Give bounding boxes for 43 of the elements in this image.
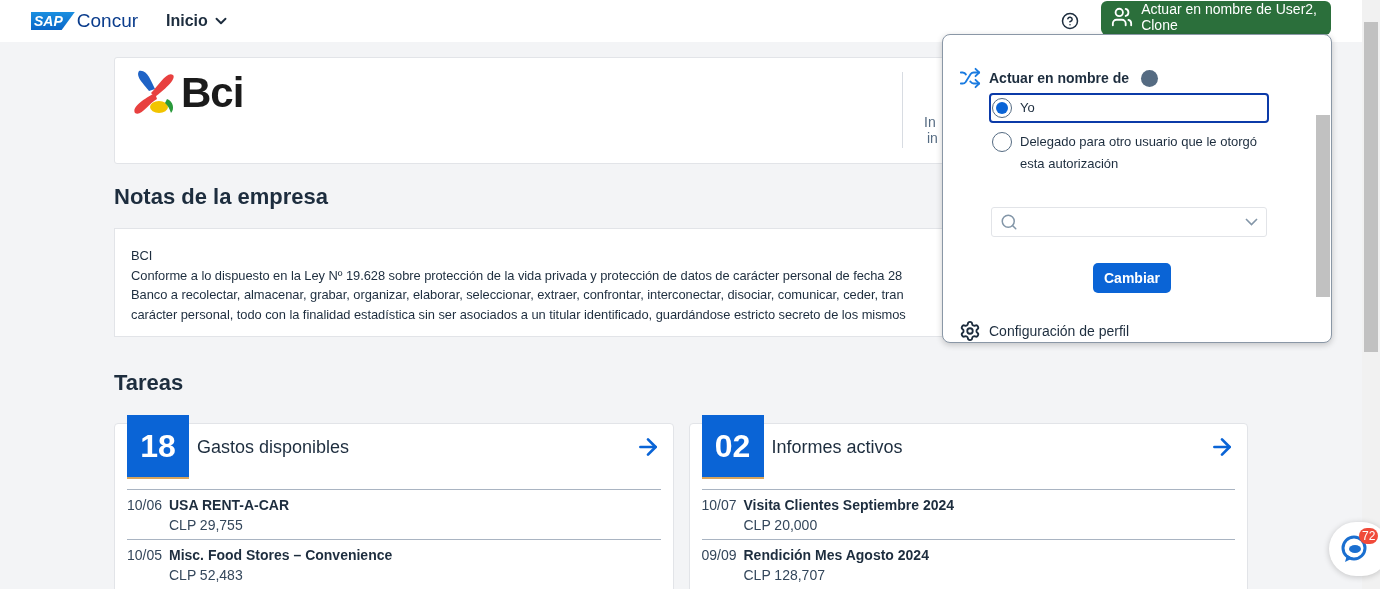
- scrollbar[interactable]: [1362, 0, 1380, 589]
- task-count: 18: [127, 415, 189, 479]
- item-date: 09/09: [701, 546, 738, 565]
- note-text: Banco a recolectar, almacenar, grabar, organizar, elaborar, seleccionar, extraer, confrontar, interconectar, disociar, comunicar, ceder, tran: [131, 286, 904, 304]
- item-date: 10/05: [127, 546, 164, 565]
- company-logo-text: Bci: [181, 69, 244, 117]
- menu-heading: Actuar en nombre de: [989, 70, 1130, 86]
- user-search-field[interactable]: [991, 207, 1267, 237]
- settings-icon: [959, 320, 981, 342]
- radio-option[interactable]: Yo: [989, 93, 1269, 123]
- header-text: in: [927, 130, 938, 146]
- item-amount: CLP 29,755: [169, 516, 244, 535]
- radio-option[interactable]: Delegado para otro usuario que le otorgó esta autorización: [989, 127, 1269, 179]
- note-text: carácter personal, todo con la finalidad estadística sin ser asociados a un titular identificado, guardándose estricto secreto de los mismos: [131, 305, 906, 324]
- shuffle-icon: [959, 67, 981, 89]
- item-amount: CLP 128,707: [743, 566, 826, 585]
- search-icon: [1000, 212, 1018, 231]
- profile-settings-link[interactable]: Configuración de perfil: [959, 320, 1315, 342]
- task-count: 02: [701, 415, 764, 479]
- sap-logo: SAP: [31, 12, 75, 30]
- item-name[interactable]: Misc. Food Stores – Convenience: [169, 545, 661, 565]
- note-text: Conforme a lo dispuesto en la Ley Nº 19.628 sobre protección de la vida privada y protección de datos de carácter personal de fecha 28: [131, 266, 903, 285]
- chat-widget[interactable]: 72: [1329, 522, 1380, 576]
- section-title: Tareas: [114, 370, 185, 396]
- item-amount: CLP 52,483: [169, 566, 244, 585]
- item-date: 10/06: [127, 496, 164, 515]
- item-date: 10/07: [701, 496, 738, 515]
- card-title: Gastos disponibles: [197, 436, 351, 458]
- item-amount: CLP 20,000: [743, 516, 819, 535]
- card-title: Informes activos: [771, 436, 904, 458]
- notification-badge: 72: [1359, 528, 1379, 544]
- section-title: Notas de la empresa: [114, 184, 329, 210]
- item-name[interactable]: USA RENT-A-CAR: [169, 495, 661, 515]
- users-icon: [1111, 6, 1134, 28]
- home-menu[interactable]: Inicio: [166, 12, 230, 30]
- act-on-behalf-button[interactable]: Actuar en nombre de User2, Clone: [1101, 1, 1331, 35]
- note-text: BCI: [131, 247, 153, 265]
- change-button[interactable]: Cambiar: [1093, 262, 1171, 293]
- item-name[interactable]: Rendición Mes Agosto 2024: [743, 545, 1235, 565]
- brand-name: Concur: [76, 10, 139, 32]
- item-name[interactable]: Visita Clientes Septiembre 2024: [743, 495, 1235, 515]
- header-text: In: [924, 114, 936, 130]
- chevron-down-icon: [1245, 217, 1258, 226]
